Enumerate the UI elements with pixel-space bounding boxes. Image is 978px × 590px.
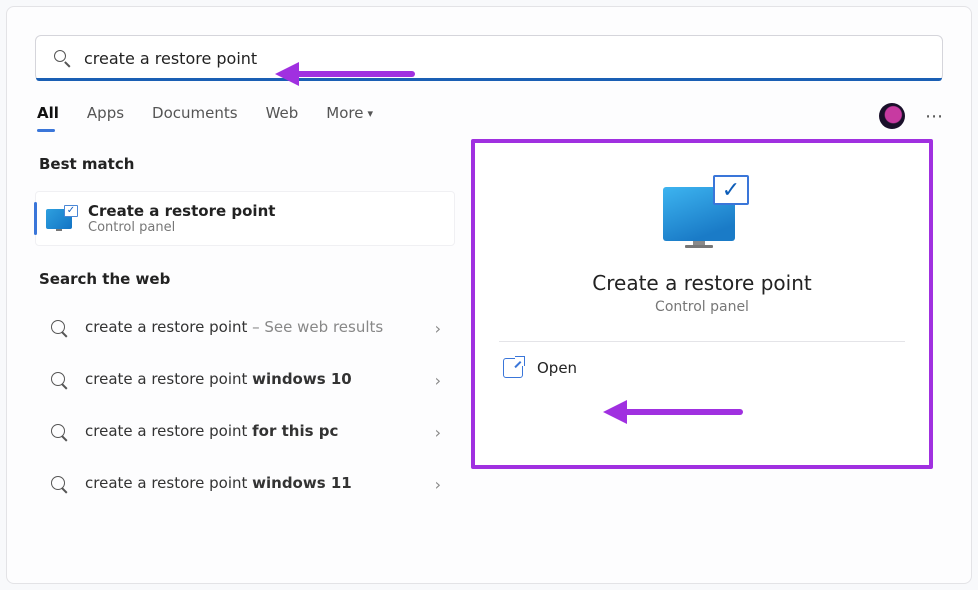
search-web-heading: Search the web [35, 264, 455, 298]
tab-all[interactable]: All [37, 104, 59, 128]
web-result[interactable]: create a restore point windows 11 › [35, 462, 455, 506]
best-match-heading: Best match [35, 149, 455, 183]
search-input[interactable] [84, 49, 926, 68]
chevron-right-icon: › [435, 319, 441, 338]
best-match-result[interactable]: Create a restore point Control panel [35, 191, 455, 246]
tab-more[interactable]: More▾ [326, 104, 373, 128]
detail-subtitle: Control panel [655, 299, 749, 315]
results-list: Best match Create a restore point Contro… [35, 149, 455, 555]
chevron-right-icon: › [435, 423, 441, 442]
chevron-down-icon: ▾ [367, 107, 373, 120]
user-avatar[interactable] [879, 103, 905, 129]
tab-web[interactable]: Web [266, 104, 299, 128]
search-icon [49, 474, 69, 494]
detail-title: Create a restore point [592, 271, 811, 295]
restore-point-icon [46, 206, 76, 232]
web-result[interactable]: create a restore point for this pc › [35, 410, 455, 454]
best-match-subtitle: Control panel [88, 220, 275, 235]
annotation-arrow-open [603, 397, 743, 425]
web-result[interactable]: create a restore point – See web results… [35, 306, 455, 350]
chevron-right-icon: › [435, 475, 441, 494]
search-icon [49, 370, 69, 390]
tab-documents[interactable]: Documents [152, 104, 238, 128]
open-label: Open [537, 359, 577, 377]
open-external-icon [503, 358, 523, 378]
search-icon [49, 318, 69, 338]
open-action[interactable]: Open [499, 342, 905, 394]
filter-tabs: All Apps Documents Web More▾ ⋯ [35, 103, 943, 129]
search-icon [52, 48, 72, 68]
detail-pane: Create a restore point Control panel Ope… [471, 149, 943, 555]
chevron-right-icon: › [435, 371, 441, 390]
tab-apps[interactable]: Apps [87, 104, 124, 128]
restore-point-icon-large [661, 177, 743, 249]
best-match-title: Create a restore point [88, 202, 275, 220]
search-box[interactable] [35, 35, 943, 81]
search-icon [49, 422, 69, 442]
more-options-button[interactable]: ⋯ [925, 106, 943, 127]
web-result[interactable]: create a restore point windows 10 › [35, 358, 455, 402]
search-panel: All Apps Documents Web More▾ ⋯ Best matc… [6, 6, 972, 584]
detail-highlight-box: Create a restore point Control panel Ope… [471, 139, 933, 469]
